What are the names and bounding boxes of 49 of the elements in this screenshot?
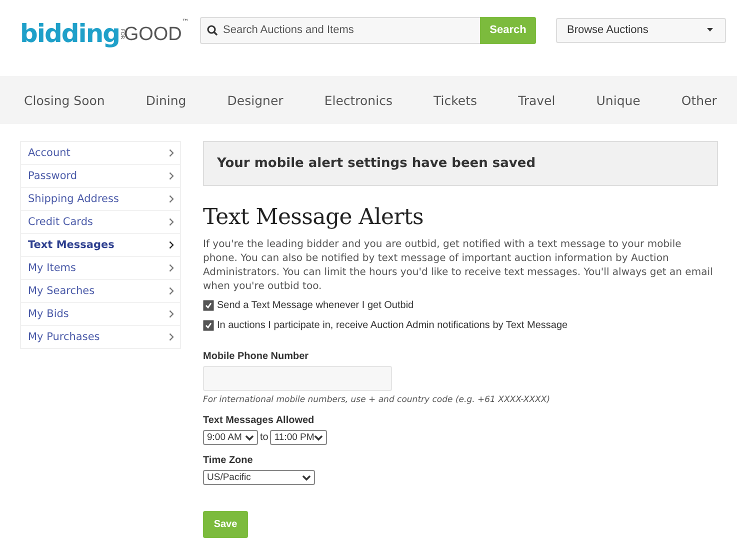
field-label: Text Messages Allowed	[203, 415, 316, 426]
sidebar-item[interactable]: Account	[21, 142, 180, 165]
category-link[interactable]: Dining	[136, 92, 196, 108]
caret-icon	[302, 474, 311, 480]
chevron-icon	[169, 149, 174, 157]
caret-icon	[707, 28, 713, 32]
sidebar-item[interactable]: My Searches	[21, 280, 180, 303]
category-link[interactable]: Travel	[508, 92, 566, 108]
category-link[interactable]: Unique	[586, 92, 650, 108]
chevron-icon	[169, 310, 174, 318]
chevron-icon	[169, 195, 174, 203]
hint-text: For international mobile numbers, use + and country code (e.g. +61 XXXX-XXXX)	[203, 395, 552, 405]
category-link[interactable]: Designer	[217, 92, 294, 108]
time-dropdown[interactable]: 9:00 AM	[203, 430, 258, 445]
alert-banner: Your mobile alert settings have been saved	[203, 141, 718, 186]
sidebar-item[interactable]: My Items	[21, 257, 180, 280]
separator-text: to	[260, 432, 268, 443]
category-link[interactable]: Tickets	[424, 92, 488, 108]
checkbox[interactable]	[203, 320, 214, 331]
sidebar-item[interactable]: My Purchases	[21, 326, 180, 348]
chevron-icon	[169, 218, 174, 226]
checkbox-label: In auctions I participate in, receive Auction Admin notifications by Text Message	[217, 320, 568, 331]
category-link[interactable]: Other	[671, 92, 727, 108]
category-link[interactable]: Closing Soon	[14, 92, 115, 108]
checkbox[interactable]	[203, 300, 214, 311]
chevron-icon	[169, 333, 174, 341]
chevron-icon	[169, 264, 174, 272]
phone-input-field[interactable]	[203, 366, 392, 391]
sidebar-item[interactable]: Shipping Address	[21, 188, 180, 211]
field-label: Mobile Phone Number	[203, 351, 310, 362]
caret-icon	[245, 434, 254, 440]
description-text: If you're the leading bidder and you are outbid, get notified with a text message to your mobile phone. You can also be notified by text message of important auction information by Auction Administrators. You can limit the hours you'd like to receive text messages. You'll always get an email when you're outbid too.	[203, 238, 714, 294]
time-dropdown[interactable]: 11:00 PM	[270, 430, 328, 445]
search-icon	[207, 24, 218, 36]
checkbox-label: Send a Text Message whenever I get Outbid	[217, 300, 414, 311]
chevron-icon	[169, 287, 174, 295]
sidebar-item[interactable]: Password	[21, 165, 180, 188]
browse-dropdown[interactable]: Browse Auctions	[556, 18, 726, 42]
chevron-icon	[169, 172, 174, 180]
page-title: Text Message Alerts	[203, 205, 424, 230]
timezone-dropdown[interactable]: US/Pacific	[203, 470, 315, 485]
logo-text: GOOD	[124, 25, 182, 44]
sidebar-item[interactable]: My Bids	[21, 303, 180, 326]
chevron-icon	[169, 241, 174, 249]
sidebar-item[interactable]: Credit Cards	[21, 211, 180, 234]
sidebar-item[interactable]: Text Messages	[21, 234, 180, 257]
category-link[interactable]: Electronics	[314, 92, 402, 108]
field-label: Time Zone	[203, 455, 254, 466]
caret-icon	[314, 434, 324, 440]
